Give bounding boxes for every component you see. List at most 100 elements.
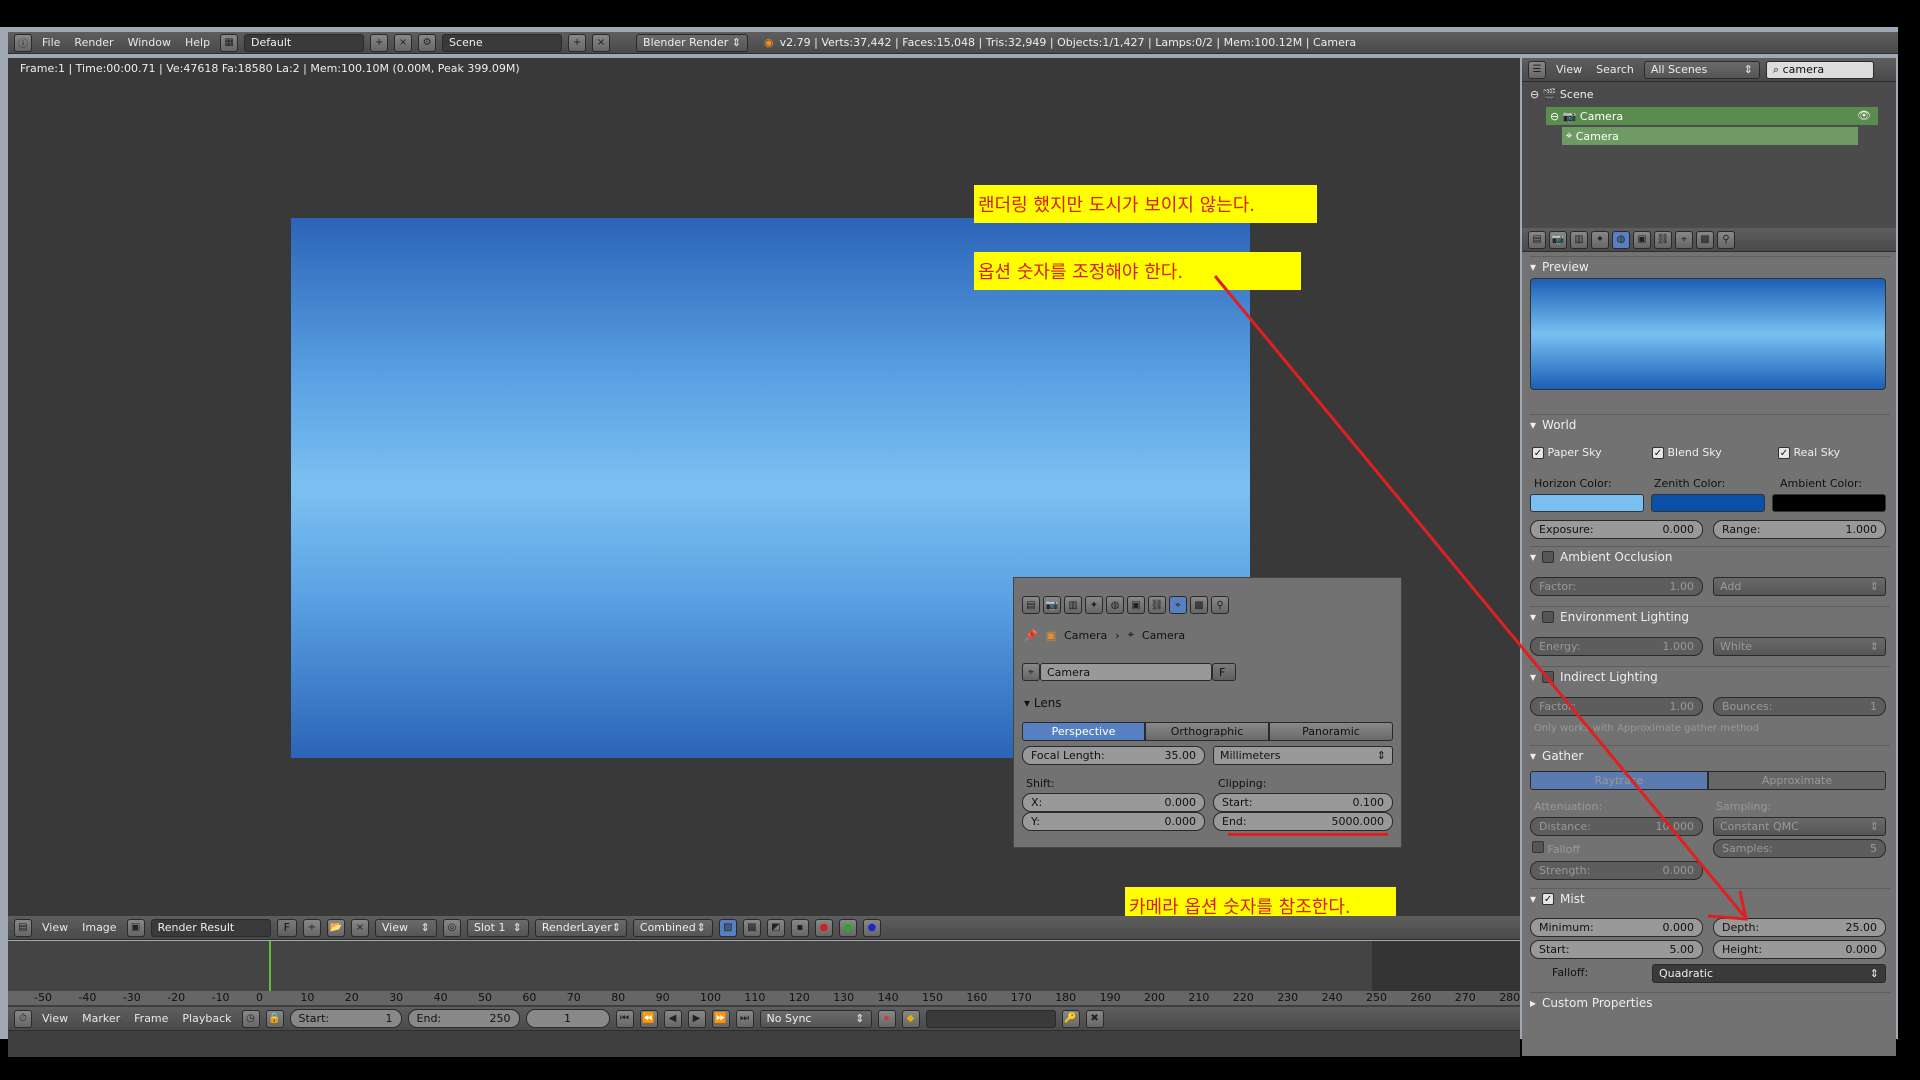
layout-field[interactable]: Default <box>244 33 365 52</box>
env-energy-field[interactable]: Energy: 1.000 <box>1530 637 1703 656</box>
texture-tab-icon[interactable]: ▩ <box>1696 230 1714 249</box>
clip-start-field[interactable]: Start: 0.100 <box>1213 793 1393 812</box>
timeline-track[interactable] <box>8 941 1520 991</box>
play-icon[interactable]: ▶ <box>687 1009 706 1028</box>
z-buffer-icon[interactable]: ◩ <box>766 918 785 937</box>
end-frame-field[interactable]: End: 250 <box>407 1009 520 1028</box>
menu-view[interactable]: View <box>38 921 72 934</box>
properties-editor-icon[interactable]: ▤ <box>1022 596 1040 614</box>
scene-field[interactable]: Scene <box>442 33 563 52</box>
object-tab-icon[interactable]: ▣ <box>1633 230 1651 249</box>
render-layer-select[interactable]: RenderLayer ⇕ <box>534 918 627 937</box>
add-layout-icon[interactable]: + <box>370 33 389 52</box>
ao-checkbox[interactable] <box>1542 550 1555 563</box>
image-name-field[interactable]: Render Result <box>150 918 271 937</box>
raytrace-toggle[interactable]: Raytrace <box>1530 771 1708 790</box>
panoramic-toggle[interactable]: Panoramic <box>1269 722 1393 741</box>
green-channel-icon[interactable]: ● <box>838 918 857 937</box>
outliner-filter-select[interactable]: All Scenes ⇕ <box>1643 60 1760 79</box>
camera-datablock-field[interactable]: Camera <box>1040 663 1212 681</box>
ao-factor-field[interactable]: Factor: 1.00 <box>1530 577 1703 596</box>
image-browse-icon[interactable]: ▣ <box>126 918 145 937</box>
indirect-bounces-field[interactable]: Bounces: 1 <box>1713 697 1886 716</box>
shift-x-field[interactable]: X: 0.000 <box>1022 793 1205 812</box>
env-mode-select[interactable]: White ⇕ <box>1713 637 1886 656</box>
render-tab-icon[interactable]: 📷 <box>1549 230 1567 249</box>
blue-channel-icon[interactable]: ● <box>862 918 881 937</box>
outliner-menu-view[interactable]: View <box>1552 63 1586 76</box>
view-icon[interactable]: ◎ <box>442 918 461 937</box>
info-editor-icon[interactable]: ⓘ <box>14 33 32 52</box>
outliner-editor-icon[interactable]: ☰ <box>1528 60 1546 79</box>
outliner-item-camera-object[interactable]: ⊖ 📷 Camera <box>1546 107 1878 125</box>
shift-y-field[interactable]: Y: 0.000 <box>1022 812 1205 831</box>
jump-start-icon[interactable]: ⏮ <box>615 1009 634 1028</box>
start-frame-field[interactable]: Start: 1 <box>289 1009 402 1028</box>
menu-file[interactable]: File <box>38 36 64 49</box>
editor-type-icon[interactable]: ▤ <box>14 918 32 937</box>
world-section-header[interactable]: ▾ World <box>1530 414 1890 434</box>
delete-key-icon[interactable]: ✖ <box>1085 1009 1104 1028</box>
sequencer-icon[interactable]: ▪ <box>790 918 809 937</box>
mist-checkbox[interactable]: ✓ <box>1542 892 1555 905</box>
texture-tab-icon[interactable]: ▩ <box>1190 596 1208 614</box>
draw-channels-icon[interactable]: ▨ <box>718 918 737 937</box>
play-reverse-icon[interactable]: ◀ <box>663 1009 682 1028</box>
object-tab-icon[interactable]: ▣ <box>1127 596 1145 614</box>
visibility-eye-icon[interactable]: 👁 <box>1857 109 1871 122</box>
distance-field[interactable]: Distance: 10.000 <box>1530 817 1703 836</box>
physics-tab-icon[interactable]: ⚲ <box>1211 596 1229 614</box>
mist-height-field[interactable]: Height: 0.000 <box>1713 940 1886 959</box>
menu-render[interactable]: Render <box>70 36 117 49</box>
breadcrumb-data[interactable]: Camera <box>1142 629 1185 642</box>
render-tab-icon[interactable]: 📷 <box>1043 596 1061 614</box>
clock-icon[interactable]: ◷ <box>241 1009 260 1028</box>
env-section-header[interactable]: ▾ Environment Lighting <box>1530 606 1890 626</box>
red-channel-icon[interactable]: ● <box>814 918 833 937</box>
mist-start-field[interactable]: Start: 5.00 <box>1530 940 1703 959</box>
blend-sky-checkbox[interactable]: ✓ Blend Sky <box>1652 446 1722 459</box>
keying-set-icon[interactable]: ◆ <box>901 1009 920 1028</box>
pin-icon[interactable]: 📌 <box>1024 629 1038 642</box>
menu-help[interactable]: Help <box>181 36 214 49</box>
samples-field[interactable]: Samples: 5 <box>1713 839 1886 858</box>
timeline-editor-icon[interactable]: ⏱ <box>14 1009 32 1028</box>
focal-length-field[interactable]: Focal Length: 35.00 <box>1022 746 1205 765</box>
indirect-checkbox[interactable] <box>1542 670 1555 683</box>
perspective-toggle[interactable]: Perspective <box>1022 722 1145 741</box>
timeline-menu-playback[interactable]: Playback <box>178 1012 235 1025</box>
prev-key-icon[interactable]: ⏪ <box>639 1009 658 1028</box>
falloff-checkbox[interactable]: Falloff <box>1532 841 1580 856</box>
current-frame-marker[interactable] <box>269 941 271 991</box>
world-tab-icon[interactable]: ◍ <box>1106 596 1124 614</box>
sync-select[interactable]: No Sync ⇕ <box>759 1009 872 1028</box>
current-frame-field[interactable]: 1 <box>525 1009 610 1028</box>
approximate-toggle[interactable]: Approximate <box>1708 771 1886 790</box>
zenith-color-swatch[interactable] <box>1651 494 1765 512</box>
mist-depth-field[interactable]: Depth: 25.00 <box>1713 918 1886 937</box>
mist-section-header[interactable]: ▾ ✓ Mist <box>1530 888 1890 908</box>
data-tab-icon[interactable]: ⌖ <box>1675 230 1693 249</box>
ambient-color-swatch[interactable] <box>1772 494 1886 512</box>
scene-tab-icon[interactable]: ✦ <box>1085 596 1103 614</box>
alpha-channel-icon[interactable]: ▩ <box>742 918 761 937</box>
layers-tab-icon[interactable]: ▥ <box>1064 596 1082 614</box>
horizon-color-swatch[interactable] <box>1530 494 1644 512</box>
outliner-item-scene[interactable]: ⊖ 🎬 Scene <box>1530 88 1593 101</box>
outliner-item-camera-data[interactable]: ⌖ Camera <box>1562 127 1858 145</box>
clip-end-field[interactable]: End: 5000.000 <box>1213 812 1393 831</box>
unlink-image-icon[interactable]: × <box>350 918 369 937</box>
scene-icon[interactable]: ⚙ <box>418 33 437 52</box>
layout-icon[interactable]: ▦ <box>220 33 239 52</box>
render-pass-select[interactable]: Combined ⇕ <box>632 918 713 937</box>
fake-user-image-button[interactable]: F <box>276 918 297 937</box>
world-tab-icon[interactable]: ◍ <box>1612 230 1630 249</box>
view-mode-select[interactable]: View ⇕ <box>374 918 437 937</box>
fake-user-button[interactable]: F <box>1212 663 1236 681</box>
open-image-icon[interactable]: 📂 <box>326 918 345 937</box>
physics-tab-icon[interactable]: ⚲ <box>1717 230 1735 249</box>
preview-section-header[interactable]: ▾ Preview <box>1530 256 1890 276</box>
insert-key-icon[interactable]: 🔑 <box>1061 1009 1080 1028</box>
record-icon[interactable]: ⏺ <box>877 1009 896 1028</box>
camera-data-tab-icon[interactable]: ⌖ <box>1169 596 1187 614</box>
